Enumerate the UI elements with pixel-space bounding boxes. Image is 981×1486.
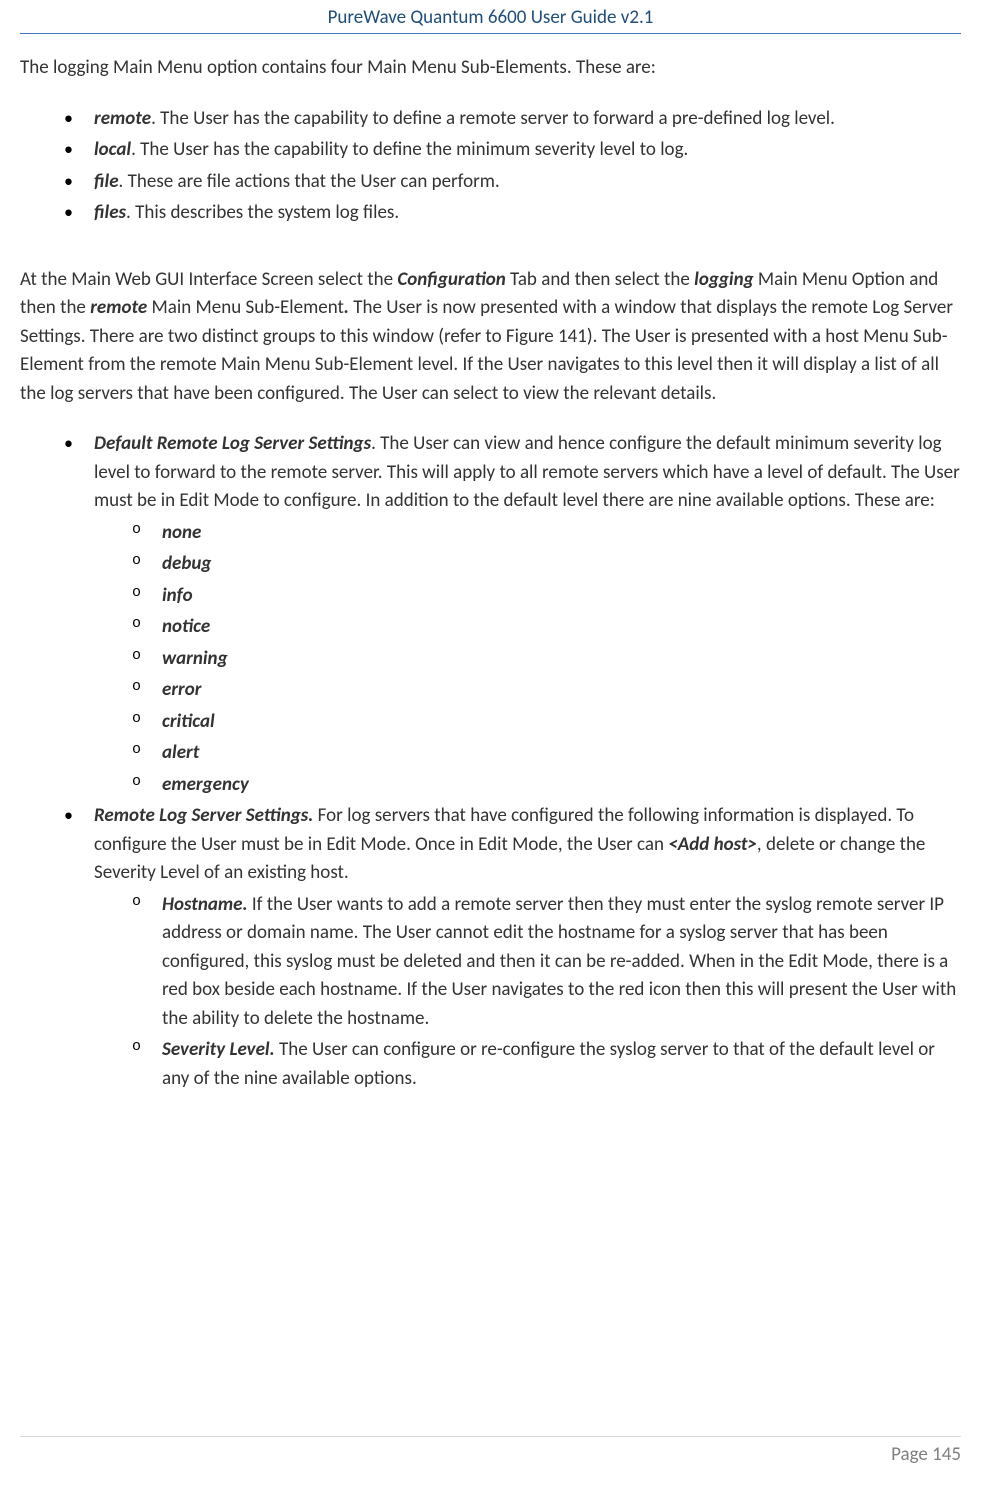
add-host-bold: <Add host> xyxy=(668,833,757,856)
desc-remote: . The User has the capability to define … xyxy=(151,107,835,130)
list-item: none xyxy=(132,519,961,548)
list-item: notice xyxy=(132,613,961,642)
list-item: debug xyxy=(132,550,961,579)
term-file: file xyxy=(94,170,119,193)
list-item: warning xyxy=(132,645,961,674)
option-notice: notice xyxy=(162,615,210,638)
section-text: Main Menu Sub-Element xyxy=(147,296,344,319)
section-bold-logging: logging xyxy=(694,268,753,291)
list-item: local. The User has the capability to de… xyxy=(64,136,961,165)
severity-options-list: none debug info notice warning error cri… xyxy=(132,519,961,800)
list-item: file. These are file actions that the Us… xyxy=(64,168,961,197)
term-default-remote: Default Remote Log Server Settings xyxy=(94,432,371,455)
list-item: files. This describes the system log fil… xyxy=(64,199,961,228)
page-number-label: Page 145 xyxy=(891,1443,961,1466)
remote-settings-sublist: Hostname. If the User wants to add a rem… xyxy=(132,891,961,1094)
desc-file: . These are file actions that the User c… xyxy=(119,170,500,193)
main-sub-elements-list: remote. The User has the capability to d… xyxy=(64,105,961,228)
term-remote-log-settings: Remote Log Server Settings. xyxy=(94,804,313,827)
section-text: Tab and then select the xyxy=(506,268,694,291)
section-text: At the Main Web GUI Interface Screen sel… xyxy=(20,268,397,291)
list-item: emergency xyxy=(132,771,961,800)
desc-hostname: If the User wants to add a remote server… xyxy=(162,893,956,1030)
page-header: PureWave Quantum 6600 User Guide v2.1 xyxy=(20,0,961,34)
option-alert: alert xyxy=(162,741,199,764)
list-item: critical xyxy=(132,708,961,737)
list-item: Hostname. If the User wants to add a rem… xyxy=(132,891,961,1034)
settings-list: Default Remote Log Server Settings. The … xyxy=(64,430,961,1093)
header-title: PureWave Quantum 6600 User Guide v2.1 xyxy=(328,6,654,29)
option-none: none xyxy=(162,521,201,544)
desc-local: . The User has the capability to define … xyxy=(131,138,688,161)
list-item: error xyxy=(132,676,961,705)
option-error: error xyxy=(162,678,201,701)
desc-severity-level: The User can configure or re-configure t… xyxy=(162,1038,935,1090)
section-paragraph: At the Main Web GUI Interface Screen sel… xyxy=(20,266,961,409)
page-content: The logging Main Menu option contains fo… xyxy=(0,34,981,1093)
term-remote: remote xyxy=(94,107,151,130)
term-hostname: Hostname. xyxy=(162,893,248,916)
section-bold-configuration: Configuration xyxy=(397,268,505,291)
term-severity-level: Severity Level. xyxy=(162,1038,275,1061)
option-warning: warning xyxy=(162,647,228,670)
list-item: Remote Log Server Settings. For log serv… xyxy=(64,802,961,1093)
term-local: local xyxy=(94,138,131,161)
option-critical: critical xyxy=(162,710,215,733)
option-emergency: emergency xyxy=(162,773,249,796)
intro-paragraph: The logging Main Menu option contains fo… xyxy=(20,54,961,83)
desc-files: . This describes the system log files. xyxy=(126,201,399,224)
section-bold-remote: remote xyxy=(90,296,147,319)
term-files: files xyxy=(94,201,126,224)
option-debug: debug xyxy=(162,552,211,575)
page-footer: Page 145 xyxy=(20,1436,961,1466)
list-item: Severity Level. The User can configure o… xyxy=(132,1036,961,1093)
list-item: remote. The User has the capability to d… xyxy=(64,105,961,134)
list-item: alert xyxy=(132,739,961,768)
list-item: info xyxy=(132,582,961,611)
list-item: Default Remote Log Server Settings. The … xyxy=(64,430,961,799)
option-info: info xyxy=(162,584,193,607)
